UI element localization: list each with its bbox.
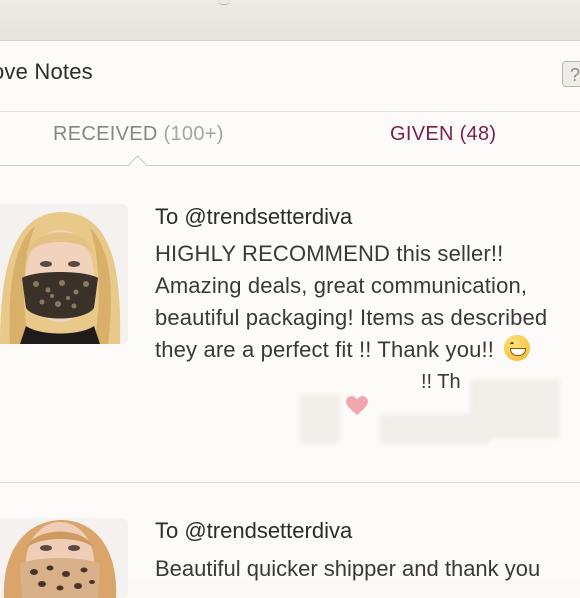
note-line: they are a perfect fit !! Thank you!! bbox=[155, 337, 494, 362]
help-button[interactable]: ? bbox=[562, 61, 580, 87]
note-line: beautiful packaging! Items as described bbox=[155, 305, 548, 330]
tab-underline bbox=[0, 165, 580, 166]
snake-print-mask-photo bbox=[0, 204, 128, 344]
note-line: Amazing deals, great communication, bbox=[155, 273, 528, 298]
note-recipient[interactable]: To @trendsetterdiva bbox=[155, 204, 352, 230]
note-divider bbox=[0, 482, 580, 483]
note-line: HIGHLY RECOMMEND this seller!! bbox=[155, 241, 504, 266]
strip-fragment bbox=[218, 0, 230, 5]
blurred-decoration bbox=[470, 379, 560, 439]
panel-header: ove Notes ? bbox=[0, 41, 580, 112]
love-note-item[interactable]: To @trendsetterdiva Beautiful quicker sh… bbox=[0, 518, 580, 598]
tab-received[interactable]: RECEIVED (100+) bbox=[53, 123, 224, 146]
tab-bar: RECEIVED (100+) GIVEN (48) bbox=[0, 111, 580, 166]
note-overflow-fragment: !! Th bbox=[421, 371, 461, 393]
heart-icon bbox=[346, 396, 368, 415]
note-body: Beautiful quicker shipper and thank you bbox=[155, 556, 541, 581]
tab-received-count: (100+) bbox=[163, 123, 224, 145]
blurred-decoration bbox=[300, 394, 340, 444]
note-recipient[interactable]: To @trendsetterdiva bbox=[155, 518, 352, 544]
tab-received-label: RECEIVED bbox=[53, 123, 158, 145]
note-thumbnail[interactable] bbox=[0, 204, 128, 344]
grinning-face-emoji-icon bbox=[504, 335, 531, 361]
page-title: ove Notes bbox=[0, 59, 93, 84]
tab-given[interactable]: GIVEN (48) bbox=[390, 123, 496, 146]
top-window-strip bbox=[0, 0, 580, 41]
note-line-with-emoji: they are a perfect fit !! Thank you!! bbox=[155, 334, 580, 366]
leopard-print-mask-photo bbox=[0, 518, 128, 598]
note-body: HIGHLY RECOMMEND this seller!! Amazing d… bbox=[155, 238, 580, 366]
note-thumbnail[interactable] bbox=[0, 518, 128, 598]
love-note-item[interactable]: To @trendsetterdiva HIGHLY RECOMMEND thi… bbox=[0, 204, 580, 480]
